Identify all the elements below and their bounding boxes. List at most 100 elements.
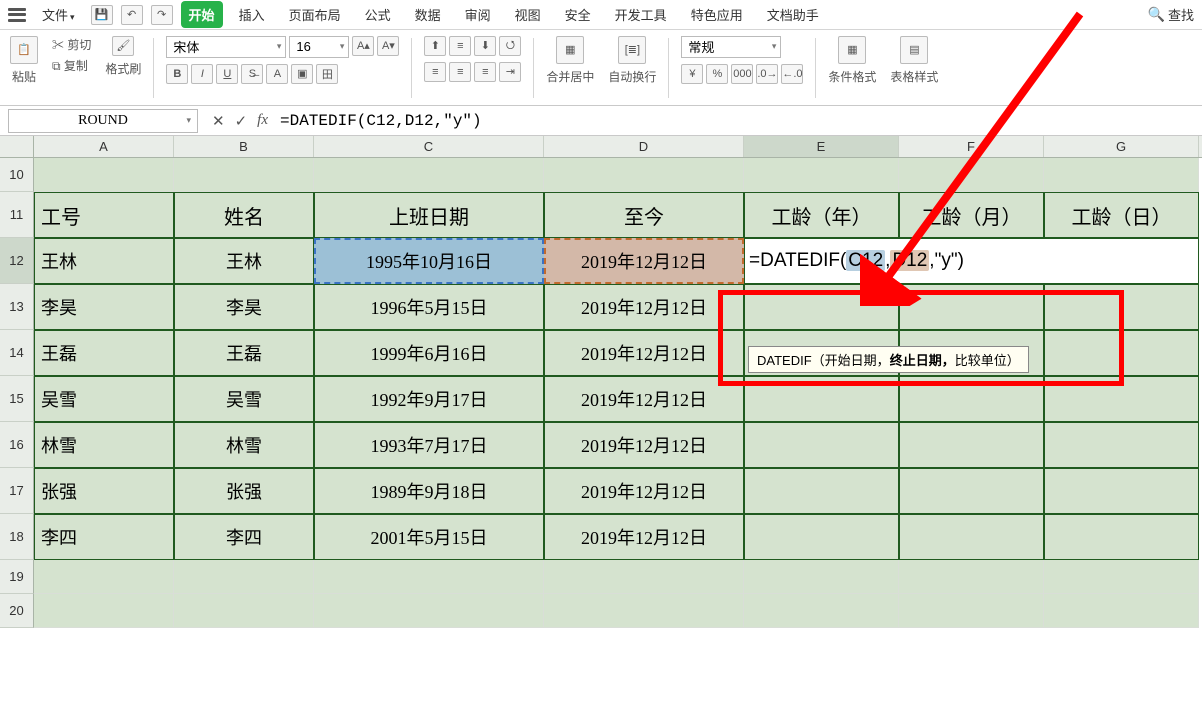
cell-C13[interactable]: 1996年5月15日 bbox=[314, 284, 544, 330]
tab-layout[interactable]: 页面布局 bbox=[281, 1, 349, 28]
currency-icon[interactable]: ¥ bbox=[681, 64, 703, 84]
tab-special[interactable]: 特色应用 bbox=[683, 1, 751, 28]
formula-display: =DATEDIF(C12,D12,"y") bbox=[749, 250, 964, 272]
paste-icon[interactable]: 📋 bbox=[10, 36, 38, 64]
col-header-D[interactable]: D bbox=[544, 136, 744, 157]
tab-data[interactable]: 数据 bbox=[407, 1, 449, 28]
font-increase-icon[interactable]: A▴ bbox=[352, 36, 374, 56]
cell-A11[interactable]: 工号 bbox=[34, 192, 174, 238]
cut-button[interactable]: ✂ 剪切 bbox=[52, 36, 91, 53]
indent-icon[interactable]: ⇥ bbox=[499, 62, 521, 82]
row-header-10[interactable]: 10 bbox=[0, 158, 34, 192]
row-header-15[interactable]: 15 bbox=[0, 376, 34, 422]
col-header-B[interactable]: B bbox=[174, 136, 314, 157]
format-painter-icon[interactable]: 🖌 bbox=[112, 36, 134, 56]
fill-color-icon[interactable]: ▣ bbox=[291, 64, 313, 84]
table-style-icon[interactable]: ▤ bbox=[900, 36, 928, 64]
row-header-12[interactable]: 12 bbox=[0, 238, 34, 284]
italic-icon[interactable]: I bbox=[191, 64, 213, 84]
group-tablestyle: ▤ 表格样式 bbox=[886, 34, 942, 102]
cond-format-label: 条件格式 bbox=[828, 68, 876, 85]
cell-B11[interactable]: 姓名 bbox=[174, 192, 314, 238]
col-header-C[interactable]: C bbox=[314, 136, 544, 157]
cell-E13[interactable] bbox=[744, 284, 899, 330]
font-name-select[interactable]: 宋体 bbox=[166, 36, 286, 58]
tab-security[interactable]: 安全 bbox=[557, 1, 599, 28]
font-decrease-icon[interactable]: A▾ bbox=[377, 36, 399, 56]
row-header-11[interactable]: 11 bbox=[0, 192, 34, 238]
percent-icon[interactable]: % bbox=[706, 64, 728, 84]
cell-A13[interactable]: 李昊 bbox=[34, 284, 174, 330]
cell-E11[interactable]: 工龄（年） bbox=[744, 192, 899, 238]
select-all-corner[interactable] bbox=[0, 136, 34, 157]
menu-search[interactable]: 🔍查找 bbox=[1148, 5, 1194, 24]
border-icon[interactable]: 田 bbox=[316, 64, 338, 84]
underline-icon[interactable]: U bbox=[216, 64, 238, 84]
formula-input[interactable]: =DATEDIF(C12,D12,"y") bbox=[274, 112, 1202, 130]
tab-view[interactable]: 视图 bbox=[507, 1, 549, 28]
cell-C12[interactable]: 1995年10月16日 bbox=[314, 238, 544, 284]
cell-E12-editing[interactable]: =DATEDIF(C12,D12,"y") bbox=[744, 238, 1199, 284]
font-size-select[interactable]: 16 bbox=[289, 36, 349, 58]
tab-insert[interactable]: 插入 bbox=[231, 1, 273, 28]
dec-dec-icon[interactable]: ←.0 bbox=[781, 64, 803, 84]
align-center-icon[interactable]: ≡ bbox=[449, 62, 471, 82]
row-header-18[interactable]: 18 bbox=[0, 514, 34, 560]
align-left-icon[interactable]: ≡ bbox=[424, 62, 446, 82]
redo-icon[interactable]: ↷ bbox=[151, 5, 173, 25]
font-color-icon[interactable]: A bbox=[266, 64, 288, 84]
number-format-select[interactable]: 常规 bbox=[681, 36, 781, 58]
formula-bar: ROUND ✕ ✓ fx =DATEDIF(C12,D12,"y") bbox=[0, 106, 1202, 136]
bold-icon[interactable]: B bbox=[166, 64, 188, 84]
cell-G11[interactable]: 工龄（日） bbox=[1044, 192, 1199, 238]
col-header-E[interactable]: E bbox=[744, 136, 899, 157]
cell-B13[interactable]: 李昊 bbox=[174, 284, 314, 330]
cell-F11[interactable]: 工龄（月） bbox=[899, 192, 1044, 238]
strike-icon[interactable]: S̶ bbox=[241, 64, 263, 84]
comma-icon[interactable]: 000 bbox=[731, 64, 753, 84]
paste-label: 粘贴 bbox=[12, 68, 36, 85]
row-header-17[interactable]: 17 bbox=[0, 468, 34, 514]
cell-D11[interactable]: 至今 bbox=[544, 192, 744, 238]
row-header-13[interactable]: 13 bbox=[0, 284, 34, 330]
cond-format-icon[interactable]: ▦ bbox=[838, 36, 866, 64]
wrap-icon[interactable]: [≣] bbox=[618, 36, 646, 64]
row-header-20[interactable]: 20 bbox=[0, 594, 34, 628]
accept-formula-icon[interactable]: ✓ bbox=[235, 112, 248, 130]
align-top-icon[interactable]: ⬆ bbox=[424, 36, 446, 56]
table-style-label: 表格样式 bbox=[890, 68, 938, 85]
copy-button[interactable]: ⧉ 复制 bbox=[52, 57, 88, 74]
col-header-F[interactable]: F bbox=[899, 136, 1044, 157]
cell-G13[interactable] bbox=[1044, 284, 1199, 330]
app-menu-icon[interactable] bbox=[8, 8, 26, 22]
cell-F13[interactable] bbox=[899, 284, 1044, 330]
row-header-14[interactable]: 14 bbox=[0, 330, 34, 376]
undo-icon[interactable]: ↶ bbox=[121, 5, 143, 25]
name-box[interactable]: ROUND bbox=[8, 109, 198, 133]
row-15: 15 吴雪 吴雪 1992年9月17日 2019年12月12日 bbox=[0, 376, 1202, 422]
cell-A12[interactable]: 王林 bbox=[34, 238, 174, 284]
align-right-icon[interactable]: ≡ bbox=[474, 62, 496, 82]
row-header-16[interactable]: 16 bbox=[0, 422, 34, 468]
tab-review[interactable]: 审阅 bbox=[457, 1, 499, 28]
col-header-A[interactable]: A bbox=[34, 136, 174, 157]
cell-C11[interactable]: 上班日期 bbox=[314, 192, 544, 238]
cell-D12[interactable]: 2019年12月12日 bbox=[544, 238, 744, 284]
orientation-icon[interactable]: ⭯ bbox=[499, 36, 521, 56]
cell-D13[interactable]: 2019年12月12日 bbox=[544, 284, 744, 330]
dec-inc-icon[interactable]: .0→ bbox=[756, 64, 778, 84]
col-header-G[interactable]: G bbox=[1044, 136, 1199, 157]
tab-formula[interactable]: 公式 bbox=[357, 1, 399, 28]
tab-dochelper[interactable]: 文档助手 bbox=[759, 1, 827, 28]
save-icon[interactable]: 💾 bbox=[91, 5, 113, 25]
fx-icon[interactable]: fx bbox=[257, 112, 268, 130]
align-middle-icon[interactable]: ≡ bbox=[449, 36, 471, 56]
tab-devtools[interactable]: 开发工具 bbox=[607, 1, 675, 28]
tab-start[interactable]: 开始 bbox=[181, 1, 223, 28]
merge-icon[interactable]: ▦ bbox=[556, 36, 584, 64]
cell-B12[interactable]: 王林 bbox=[174, 238, 314, 284]
cancel-formula-icon[interactable]: ✕ bbox=[212, 112, 225, 130]
menu-file[interactable]: 文件 bbox=[34, 1, 83, 28]
align-bottom-icon[interactable]: ⬇ bbox=[474, 36, 496, 56]
row-header-19[interactable]: 19 bbox=[0, 560, 34, 594]
